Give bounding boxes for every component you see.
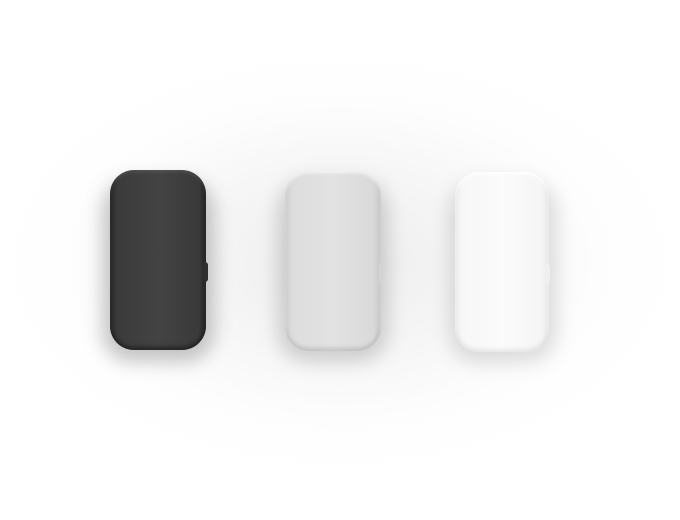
product-photo xyxy=(0,0,680,520)
device-white xyxy=(455,172,549,352)
device-gray xyxy=(285,171,381,351)
device-dark xyxy=(110,170,206,350)
device-white-side-button xyxy=(546,264,550,284)
device-gray-side-button xyxy=(379,263,383,283)
device-dark-side-button xyxy=(204,262,208,282)
